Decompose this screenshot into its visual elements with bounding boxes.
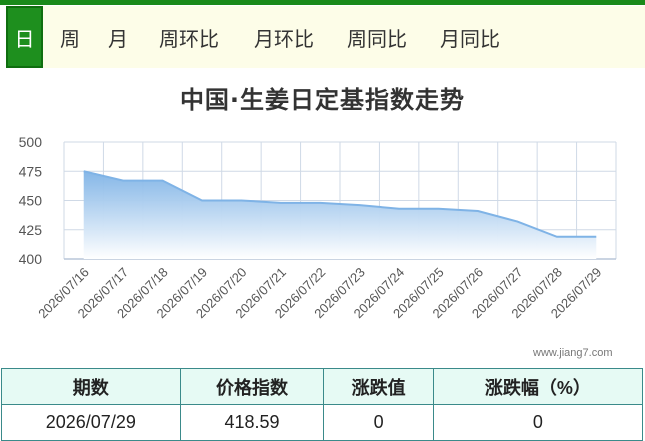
cell-period: 2026/07/29: [1, 404, 181, 441]
index-summary-table: 期数 价格指数 涨跌值 涨跌幅（%） 2026/07/29 418.59 0 0: [1, 368, 644, 441]
header-change-value: 涨跌值: [323, 368, 434, 405]
cell-change-percent: 0: [432, 404, 644, 441]
tab-month-year-over-year[interactable]: 月同比: [425, 6, 515, 68]
chart-title: 中国·生姜日定基指数走势: [179, 86, 466, 114]
y-tick-label: 450: [19, 193, 43, 209]
period-tabs: 日 周 月 周环比 月环比 周同比 月同比: [6, 6, 645, 68]
cell-price-index: 418.59: [179, 404, 325, 441]
y-tick-label: 400: [19, 251, 43, 267]
tab-week-year-over-year[interactable]: 周同比: [329, 6, 425, 68]
site-watermark: www.jiang7.com: [533, 347, 613, 359]
header-price-index: 价格指数: [179, 368, 325, 405]
y-tick-label: 425: [19, 222, 43, 238]
index-trend-chart: 4004254504755002026/07/162026/07/172026/…: [19, 134, 617, 321]
tab-week[interactable]: 周: [43, 6, 97, 68]
header-change-percent: 涨跌幅（%）: [432, 368, 644, 405]
tab-month-over-month[interactable]: 月环比: [239, 6, 329, 68]
y-tick-label: 500: [19, 134, 43, 150]
header-period: 期数: [1, 368, 181, 405]
tab-day[interactable]: 日: [6, 6, 43, 68]
tab-month[interactable]: 月: [97, 6, 139, 68]
tab-week-over-week[interactable]: 周环比: [139, 6, 239, 68]
table-row: 2026/07/29 418.59 0 0: [1, 404, 644, 441]
cell-change-value: 0: [323, 404, 434, 441]
y-tick-label: 475: [19, 163, 43, 179]
table-header-row: 期数 价格指数 涨跌值 涨跌幅（%）: [1, 368, 644, 405]
top-accent-bar: [0, 0, 645, 5]
